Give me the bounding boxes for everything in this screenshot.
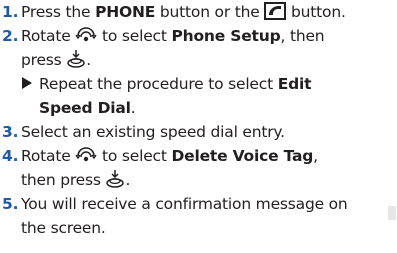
step-text: . [125, 171, 131, 189]
step-number: 4. [2, 147, 19, 165]
triangle-arrow-icon [22, 77, 32, 89]
step-text: press [21, 51, 67, 69]
step-text: , [313, 147, 318, 165]
step-text: . [130, 99, 136, 117]
step-text: Press the [21, 3, 96, 21]
rotary-dial-icon [75, 26, 97, 41]
step-text: the screen. [21, 219, 106, 237]
step-number: 5. [2, 195, 19, 213]
step-text: button. [286, 3, 346, 21]
phone-button-icon [264, 2, 287, 20]
step-text: Rotate [21, 27, 76, 45]
rotary-dial-icon [75, 146, 97, 161]
step-text: to select [97, 147, 172, 165]
press-enter-icon [106, 169, 125, 188]
speed-dial-label: Speed Dial [39, 99, 131, 117]
step-text: Select an existing speed dial entry. [21, 123, 285, 141]
delete-voice-tag-label: Delete Voice Tag [171, 147, 314, 165]
step-number: 1. [2, 3, 19, 21]
step-text: , then [280, 27, 325, 45]
step-text: Repeat the procedure to select [39, 75, 278, 93]
press-enter-icon [67, 49, 86, 68]
phone-button-label: PHONE [95, 3, 156, 21]
step-text: button or the [155, 3, 265, 21]
step-text: Rotate [21, 147, 76, 165]
step-text: . [86, 51, 92, 69]
step-number: 3. [2, 123, 19, 141]
page-edge-mark [388, 206, 396, 220]
edit-label: Edit [277, 75, 312, 93]
phone-setup-label: Phone Setup [171, 27, 281, 45]
step-number: 2. [2, 27, 19, 45]
step-text: then press [21, 171, 106, 189]
step-text: You will receive a confirmation message … [21, 195, 348, 213]
step-text: to select [97, 27, 172, 45]
